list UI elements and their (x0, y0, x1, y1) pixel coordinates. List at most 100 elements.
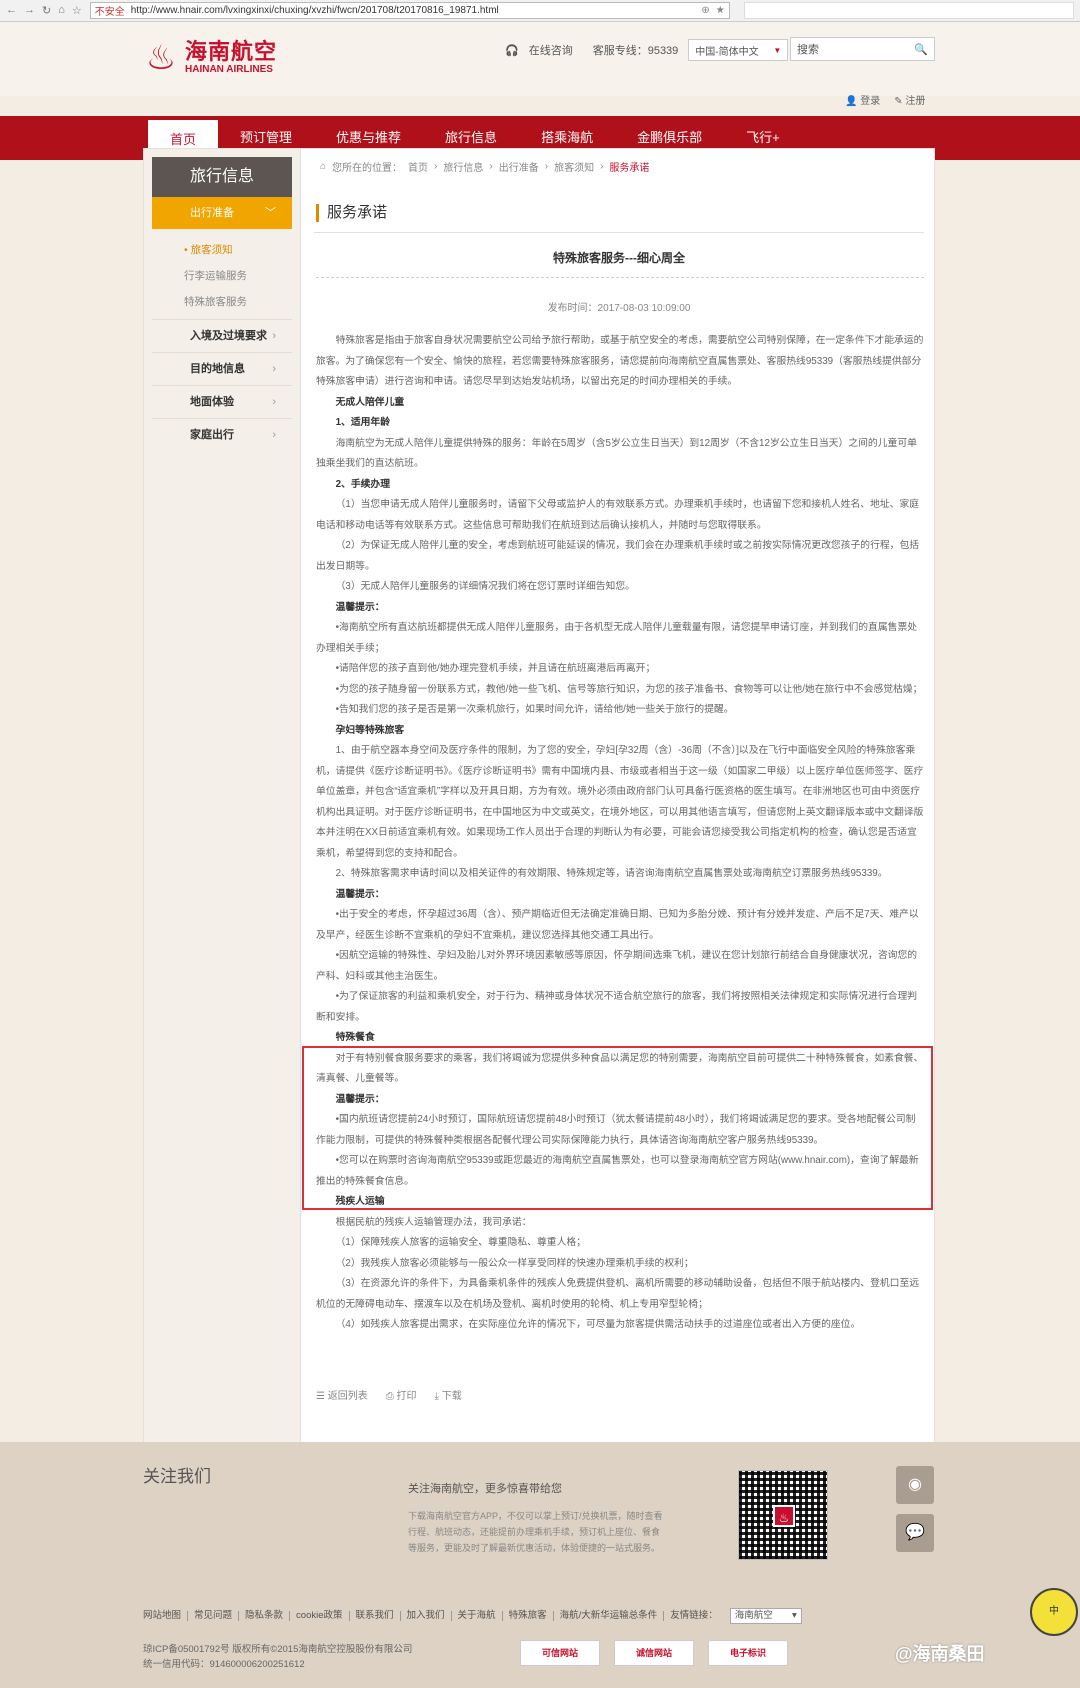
chevron-right-icon: › (272, 396, 276, 408)
back-to-list-link[interactable]: ☰ 返回列表 (316, 1387, 368, 1402)
sidebar-sub-passenger-notice[interactable]: • 旅客须知 (184, 237, 300, 263)
breadcrumb-current: 服务承诺 (609, 163, 650, 174)
reload-icon[interactable]: ↻ (42, 4, 51, 17)
main-content: ⌂ 您所在的位置： 首页 › 旅行信息 › 出行准备 › 旅客须知 › 服务承诺 服务承… (302, 149, 936, 1442)
browser-nav: ← → ↻ ⌂ ☆ (6, 4, 82, 17)
page-title: 服务承诺 (316, 204, 387, 222)
breadcrumb: ⌂ 您所在的位置： 首页 › 旅行信息 › 出行准备 › 旅客须知 › 服务承诺 (320, 159, 649, 174)
breadcrumb-sep: › (489, 161, 493, 172)
caret-down-icon: ▾ (791, 1610, 797, 1621)
search-input[interactable]: 搜索 (797, 41, 819, 57)
breadcrumb-travel-info[interactable]: 旅行信息 (443, 159, 483, 174)
sidebar-label: 目的地信息 (190, 363, 245, 375)
paragraph: （3）在资源允许的条件下，为具备乘机条件的残疾人免费提供登机、离机所需要的移动辅… (316, 1278, 920, 1310)
friend-link-select[interactable]: 海南航空 ▾ (729, 1608, 802, 1624)
breadcrumb-prefix: 您所在的位置： (332, 163, 403, 174)
footer-link-conditions[interactable]: 海航/大新华运输总条件 (554, 1611, 665, 1621)
publish-time: 发布时间：2017-08-03 10:09:00 (547, 303, 691, 314)
paragraph: （2）为保证无成人陪伴儿童的安全，考虑到航班可能延误的情况，我们会在办理乘机手续… (316, 540, 920, 572)
sidebar-sub-special-pax[interactable]: 特殊旅客服务 (184, 289, 300, 315)
section-heading: 无成人陪伴儿童 (335, 396, 405, 408)
paragraph: （1）当您申请无成人陪伴儿童服务时，请留下父母或监护人的有效联系方式。办理乘机手… (316, 499, 920, 531)
zoom-icon[interactable]: ⊕ (701, 5, 709, 16)
footer-links: 网站地图 常见问题 隐私条款 cookie政策 联系我们 加入我们 关于海航 特… (143, 1608, 802, 1624)
trusted-site-badge[interactable]: 可信网站 (520, 1640, 600, 1666)
qr-logo-icon: ♨ (773, 1505, 795, 1527)
url-text[interactable]: http://www.hnair.com/lvxingxinxi/chuxing… (131, 5, 696, 16)
search-icon[interactable]: 🔍 (914, 43, 928, 56)
brand-logo[interactable]: ♨ 海南航空 HAINAN AIRLINES (143, 39, 277, 77)
e-mark-badge[interactable]: 电子标识 (708, 1640, 788, 1666)
headset-icon: 🎧 (505, 44, 519, 57)
footer-link-privacy[interactable]: 隐私条款 (239, 1611, 291, 1621)
paragraph: 根据民航的残疾人运输管理办法，我司承诺： (335, 1216, 532, 1228)
footer-link-special-pax[interactable]: 特殊旅客 (503, 1611, 554, 1621)
breadcrumb-notice[interactable]: 旅客须知 (554, 159, 594, 174)
hainan-logo-icon: ♨ (145, 39, 177, 77)
page-container: 旅行信息 出行准备 ﹀ • 旅客须知 行李运输服务 特殊旅客服务 入境及过境要求… (143, 148, 935, 1443)
icp-text: 琼ICP备05001792号 版权所有©2015海南航空控股股份有限公司 (143, 1644, 413, 1655)
sidebar-item-entry[interactable]: 入境及过境要求 › (152, 319, 292, 352)
integrity-site-badge[interactable]: 诚信网站 (614, 1640, 694, 1666)
breadcrumb-prep[interactable]: 出行准备 (499, 159, 539, 174)
paragraph: （4）如残疾人旅客提出需求，在实际座位允许的情况下，可尽量为旅客提供需活动扶手的… (335, 1319, 861, 1330)
sidebar-item-ground[interactable]: 地面体验 › (152, 385, 292, 418)
forward-icon[interactable]: → (24, 4, 35, 17)
online-consult-link[interactable]: 在线咨询 (529, 42, 573, 58)
sidebar-title: 旅行信息 (152, 157, 292, 197)
header-tools: 🎧 在线咨询 客服专线：95339 中国-简体中文 ▼ (505, 39, 789, 61)
address-bar[interactable]: 不安全 http://www.hnair.com/lvxingxinxi/chu… (89, 2, 730, 19)
section-heading: 温馨提示： (335, 888, 385, 900)
footer-link-faq[interactable]: 常见问题 (188, 1611, 240, 1621)
mascot-icon: 中 (1030, 1588, 1078, 1636)
footer-link-contact[interactable]: 联系我们 (350, 1611, 401, 1621)
footer-link-cookie[interactable]: cookie政策 (290, 1611, 350, 1621)
footer-link-sitemap[interactable]: 网站地图 (143, 1611, 189, 1621)
footer-link-join[interactable]: 加入我们 (401, 1611, 452, 1621)
download-icon: ⤓ (434, 1391, 439, 1402)
browser-side-field[interactable] (744, 2, 1074, 19)
back-label: 返回列表 (327, 1391, 368, 1402)
paragraph: •出于安全的考虑，怀孕超过36周（含）、预产期临近但无法确定准确日期、已知为多胎… (316, 909, 919, 941)
dashed-divider (316, 277, 924, 278)
caret-down-icon: ▼ (773, 45, 782, 55)
home-icon[interactable]: ⌂ (58, 4, 65, 17)
paragraph: （3）无成人陪伴儿童服务的详细情况我们将在您订票时详细告知您。 (335, 581, 635, 592)
sidebar-item-family[interactable]: 家庭出行 › (152, 418, 292, 451)
download-link[interactable]: ⤓ 下载 (435, 1387, 462, 1402)
wechat-icon[interactable]: 💬 (896, 1514, 934, 1552)
app-promo-text: 下载海南航空官方APP，不仅可以掌上预订/兑换机票，随时查看行程、航班动态，还能… (408, 1511, 663, 1553)
chevron-right-icon: › (272, 330, 276, 342)
brand-en: HAINAN AIRLINES (185, 64, 273, 75)
language-select[interactable]: 中国-简体中文 ▼ (688, 39, 789, 61)
back-icon[interactable]: ← (6, 4, 17, 17)
app-promo: 关注海南航空，更多惊喜带给您 下载海南航空官方APP，不仅可以掌上预订/兑换机票… (408, 1480, 668, 1556)
sidebar-sub-baggage[interactable]: 行李运输服务 (184, 263, 300, 289)
paragraph: •因航空运输的特殊性、孕妇及胎儿对外界环境因素敏感等原因，怀孕期间选乘飞机，建议… (316, 950, 918, 982)
search-box[interactable]: 搜索 🔍 (790, 37, 935, 61)
sidebar-active-label: 出行准备 (190, 207, 234, 219)
bookmark-icon[interactable]: ★ (716, 5, 725, 16)
section-heading: 孕妇等特殊旅客 (335, 724, 405, 736)
section-heading: 2、手续办理 (335, 478, 391, 490)
article-title: 特殊旅客服务---细心周全 (553, 251, 685, 265)
browser-toolbar: ← → ↻ ⌂ ☆ 不安全 http://www.hnair.com/lvxin… (0, 0, 1080, 22)
register-link[interactable]: ✎ 注册 (894, 92, 925, 107)
breadcrumb-sep: › (600, 161, 604, 172)
app-promo-title: 关注海南航空，更多惊喜带给您 (408, 1483, 562, 1495)
footer-link-about[interactable]: 关于海航 (452, 1611, 503, 1621)
paragraph: •告知我们您的孩子是否是第一次乘机旅行，如果时间允许，请给他/她一些关于旅行的提… (335, 704, 734, 715)
paragraph: 2、特殊旅客需求申请时间以及相关证件的有效期限、特殊规定等，请咨询海南航空直属售… (335, 868, 888, 879)
weibo-icon[interactable]: ◉ (896, 1466, 934, 1504)
sidebar-label: 家庭出行 (190, 429, 234, 441)
breadcrumb-home[interactable]: 首页 (408, 159, 428, 174)
sidebar-item-destination[interactable]: 目的地信息 › (152, 352, 292, 385)
print-link[interactable]: ⎙ 打印 (386, 1387, 417, 1402)
star-icon[interactable]: ☆ (72, 4, 82, 17)
user-icon: 👤 (845, 96, 858, 107)
sidebar-item-travel-prep[interactable]: 出行准备 ﹀ (152, 197, 292, 229)
credit-code: 统一信用代码：914600006200251612 (143, 1659, 305, 1670)
paragraph: •为了保证旅客的利益和乘机安全，对于行为、精神或身体状况不适合航空旅行的旅客，我… (316, 991, 918, 1023)
login-link[interactable]: 👤 登录 (845, 92, 880, 107)
chevron-down-icon: ﹀ (265, 207, 276, 219)
